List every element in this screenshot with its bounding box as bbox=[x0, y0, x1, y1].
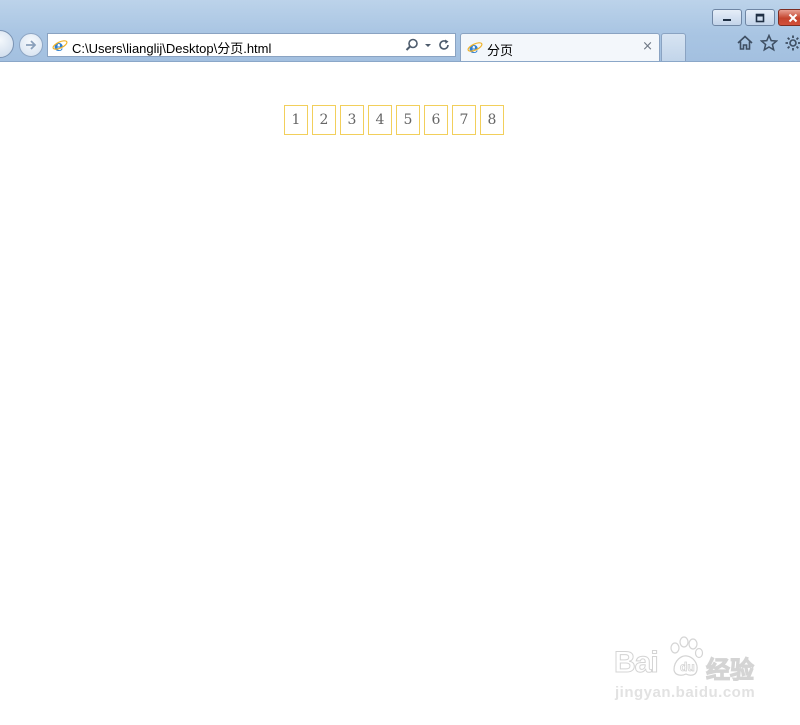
watermark-url: jingyan.baidu.com bbox=[615, 684, 756, 701]
tab-close-button[interactable]: × bbox=[642, 39, 653, 54]
page-link-6[interactable]: 6 bbox=[424, 105, 448, 135]
page-link-8[interactable]: 8 bbox=[480, 105, 504, 135]
page-link-3[interactable]: 3 bbox=[340, 105, 364, 135]
page-link-1[interactable]: 1 bbox=[284, 105, 308, 135]
pagination: 1 2 3 4 5 6 7 8 bbox=[284, 105, 504, 135]
forward-button[interactable] bbox=[19, 33, 43, 57]
new-tab-button[interactable] bbox=[661, 33, 686, 61]
svg-text:du: du bbox=[680, 660, 695, 674]
tab-active[interactable]: e 分页 × bbox=[460, 33, 660, 61]
page-link-7[interactable]: 7 bbox=[452, 105, 476, 135]
ie-page-icon: e bbox=[52, 37, 68, 53]
browser-window: e C:\Users\lianglij\Desktop\分页.html e 分页… bbox=[0, 0, 800, 725]
baidu-jingyan-watermark: Bai du 经验 jingyan.baidu.com bbox=[612, 636, 772, 708]
favorites-star-icon[interactable] bbox=[759, 33, 779, 54]
home-icon[interactable] bbox=[736, 34, 754, 54]
watermark-brand: Bai bbox=[614, 646, 660, 680]
arrow-right-icon bbox=[26, 40, 37, 50]
minimize-icon bbox=[713, 10, 741, 25]
paw-logo-icon: du bbox=[670, 636, 704, 676]
close-window-button[interactable] bbox=[778, 9, 800, 26]
close-icon bbox=[779, 10, 800, 25]
page-content: 1 2 3 4 5 6 7 8 bbox=[0, 62, 800, 725]
dropdown-arrow-icon[interactable] bbox=[424, 38, 432, 52]
browser-chrome: e C:\Users\lianglij\Desktop\分页.html e 分页… bbox=[0, 0, 800, 62]
refresh-icon[interactable] bbox=[437, 38, 451, 52]
search-icon[interactable] bbox=[405, 38, 419, 52]
page-link-2[interactable]: 2 bbox=[312, 105, 336, 135]
address-tools bbox=[405, 37, 451, 53]
page-link-5[interactable]: 5 bbox=[396, 105, 420, 135]
back-button[interactable] bbox=[0, 30, 14, 58]
address-url[interactable]: C:\Users\lianglij\Desktop\分页.html bbox=[72, 38, 271, 57]
minimize-button[interactable] bbox=[712, 9, 742, 26]
toolbar-icons bbox=[736, 33, 800, 54]
address-bar[interactable]: e C:\Users\lianglij\Desktop\分页.html bbox=[47, 33, 456, 57]
restore-button[interactable] bbox=[745, 9, 775, 26]
maximize-icon bbox=[746, 10, 774, 25]
settings-gear-icon[interactable] bbox=[784, 34, 800, 54]
page-link-4[interactable]: 4 bbox=[368, 105, 392, 135]
ie-tab-icon: e bbox=[467, 39, 483, 55]
tab-title: 分页 bbox=[487, 43, 514, 58]
watermark-suffix: 经验 bbox=[706, 656, 755, 685]
